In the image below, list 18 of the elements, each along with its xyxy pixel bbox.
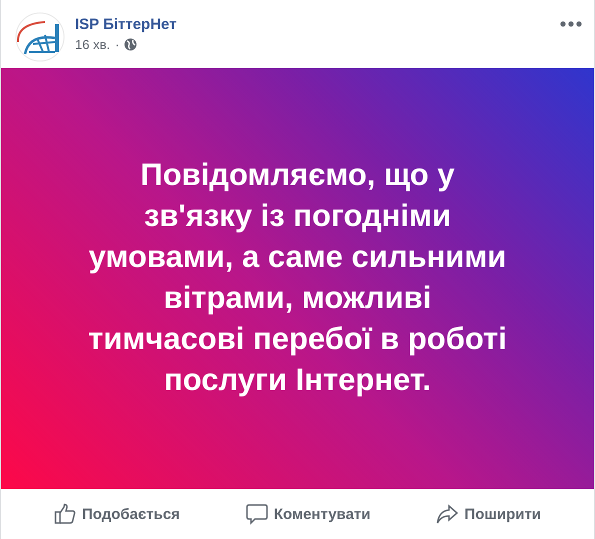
post-text-line: Повідомляємо, що у xyxy=(140,156,455,194)
logo-icon[interactable] xyxy=(15,12,65,62)
post-time[interactable]: 16 хв. xyxy=(75,37,110,52)
like-button[interactable]: Подобається xyxy=(48,499,186,529)
separator-dot: · xyxy=(115,37,120,52)
speech-bubble-icon xyxy=(246,503,268,525)
post-text-line: умовами, а саме сильними xyxy=(88,238,506,276)
share-button[interactable]: Поширити xyxy=(430,499,548,529)
share-arrow-icon xyxy=(436,503,458,525)
more-options-icon[interactable] xyxy=(560,20,582,28)
globe-icon xyxy=(124,38,138,51)
post-text-line: послуги Інтернет. xyxy=(164,360,431,398)
post-text-line: вітрами, можливі xyxy=(164,278,432,316)
page-name[interactable]: ISP БіттерНет xyxy=(75,16,550,33)
post-text-line: тимчасові перебої в роботі xyxy=(88,320,507,358)
thumbs-up-icon xyxy=(54,503,76,525)
comment-button[interactable]: Коментувати xyxy=(240,499,376,529)
post-text-line: зв'язку із погодніми xyxy=(144,196,452,234)
